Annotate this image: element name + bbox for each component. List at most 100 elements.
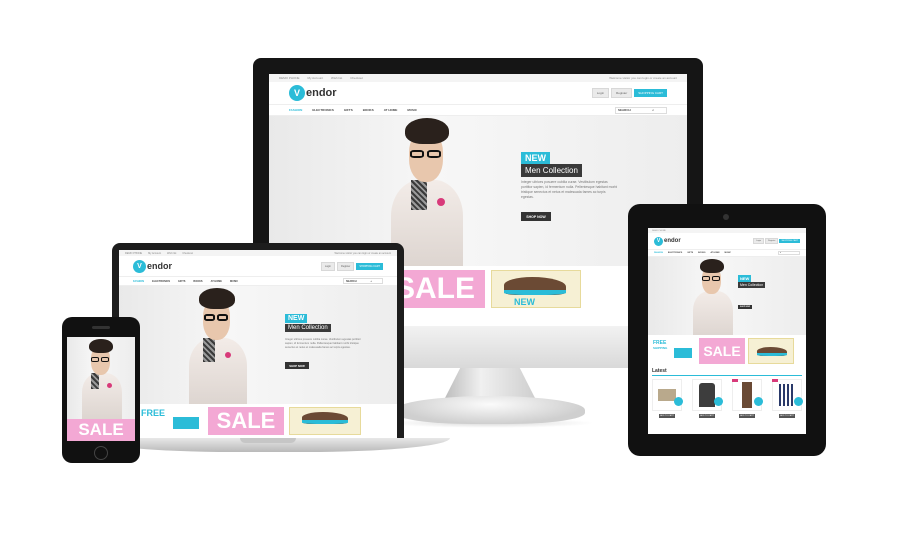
product-card[interactable]: ADD TO CART bbox=[652, 379, 683, 429]
site-logo[interactable]: V endor bbox=[654, 236, 681, 246]
promo-new-arrivals[interactable] bbox=[748, 338, 794, 364]
shop-now-button[interactable]: SHOP NOW bbox=[521, 212, 551, 221]
top-link-wishlist[interactable]: Wish list bbox=[331, 76, 342, 80]
truck-icon bbox=[173, 417, 199, 429]
model-flower bbox=[107, 383, 112, 388]
register-button[interactable]: Register bbox=[765, 238, 779, 244]
product-image-pants[interactable] bbox=[732, 379, 762, 411]
search-icon[interactable]: ⌕ bbox=[371, 280, 372, 283]
product-card[interactable]: ADD TO CART bbox=[692, 379, 723, 429]
promo-free-shipping[interactable]: FREE bbox=[133, 407, 203, 435]
cart-button[interactable]: SHOPPING CART bbox=[634, 89, 667, 97]
search-input[interactable]: Search ⌕ bbox=[343, 278, 383, 284]
top-link-phone[interactable]: DEMO PHONE bbox=[279, 76, 300, 80]
login-button[interactable]: Login bbox=[320, 261, 336, 271]
product-list: ADD TO CART ADD TO CART ADD TO CART ADD … bbox=[652, 379, 803, 429]
shoe-icon bbox=[302, 412, 348, 424]
product-card[interactable]: ADD TO CART bbox=[772, 379, 803, 429]
truck-icon bbox=[674, 348, 692, 358]
nav-item-books[interactable]: BOOKS bbox=[363, 108, 374, 112]
monitor-stand-base bbox=[395, 396, 585, 424]
login-button[interactable]: Login bbox=[591, 88, 610, 98]
hero-description: Integer ultrices posuere cubilia curae. … bbox=[521, 180, 618, 199]
model-jacket bbox=[189, 338, 247, 404]
search-placeholder: Search bbox=[618, 108, 631, 112]
top-bar: DEMO PHONE My Account Wish list Checkout… bbox=[269, 74, 687, 82]
promo-strip: FREE SALE bbox=[119, 404, 397, 438]
product-image-jacket[interactable] bbox=[692, 379, 722, 411]
nav-item-fashion[interactable]: FASHION bbox=[133, 280, 144, 283]
login-button[interactable]: Login bbox=[753, 238, 765, 244]
promo-sale[interactable]: SALE bbox=[699, 338, 745, 364]
promo-new-arrivals[interactable] bbox=[289, 407, 361, 435]
nav-item-gifts[interactable]: GIFTS bbox=[178, 280, 185, 283]
register-button[interactable]: Register bbox=[611, 88, 633, 98]
add-to-cart-button[interactable]: ADD TO CART bbox=[659, 414, 675, 418]
search-input[interactable]: Search ⌕ bbox=[615, 106, 667, 114]
glasses-icon bbox=[204, 314, 215, 321]
model-scarf bbox=[411, 180, 427, 210]
nav-item-at-home[interactable]: AT HOME bbox=[211, 280, 222, 283]
laptop-screen: DEMO PHONE My Account Wish list Checkout… bbox=[119, 250, 397, 438]
speaker-icon bbox=[92, 326, 110, 329]
promo-new-arrivals[interactable]: NEW ARRIVALS bbox=[491, 270, 581, 308]
glasses-icon bbox=[91, 357, 99, 362]
nav-item-electronics[interactable]: ELECTRONICS bbox=[668, 252, 682, 254]
model-hair bbox=[89, 339, 113, 353]
product-image-shorts[interactable] bbox=[652, 379, 682, 411]
search-input[interactable]: ⌕ bbox=[778, 251, 800, 255]
glasses-icon-right bbox=[427, 150, 441, 158]
nav-item-books[interactable]: BOOKS bbox=[193, 280, 202, 283]
model-hair bbox=[199, 288, 235, 309]
top-link-phone[interactable]: DEMO PHONE bbox=[652, 230, 666, 232]
logo-text: endor bbox=[664, 238, 681, 244]
product-card[interactable]: ADD TO CART bbox=[732, 379, 763, 429]
top-link-checkout[interactable]: Checkout bbox=[350, 76, 363, 80]
add-to-cart-button[interactable]: ADD TO CART bbox=[739, 414, 755, 418]
search-icon[interactable]: ⌕ bbox=[780, 252, 781, 254]
site-logo[interactable]: V endor bbox=[133, 259, 172, 273]
top-link-account[interactable]: My Account bbox=[308, 76, 324, 80]
nav-item-gifts[interactable]: GIFTS bbox=[687, 252, 693, 254]
nav-item-at-home[interactable]: AT HOME bbox=[710, 252, 719, 254]
site-logo[interactable]: V endor bbox=[289, 85, 337, 101]
product-image-shirt[interactable] bbox=[772, 379, 802, 411]
add-to-cart-button[interactable]: ADD TO CART bbox=[779, 414, 795, 418]
search-icon[interactable]: ⌕ bbox=[652, 108, 654, 112]
logo-badge: V bbox=[289, 85, 305, 101]
top-link-phone[interactable]: DEMO PHONE bbox=[125, 252, 142, 255]
price-badge bbox=[794, 397, 803, 406]
nav-item-fashion[interactable]: FASHION bbox=[289, 108, 302, 112]
cart-button[interactable]: SHOPPING CART bbox=[356, 262, 383, 270]
website-phone: SALE bbox=[67, 337, 135, 441]
nav-item-fashion[interactable]: FASHION bbox=[654, 252, 663, 254]
nav-item-gifts[interactable]: GIFTS bbox=[344, 108, 353, 112]
laptop: DEMO PHONE My Account Wish list Checkout… bbox=[112, 243, 404, 441]
promo-sale[interactable]: SALE bbox=[67, 419, 135, 441]
nav-item-electronics[interactable]: ELECTRONICS bbox=[152, 280, 170, 283]
nav-item-music[interactable]: MUSIC bbox=[725, 252, 731, 254]
home-button-icon[interactable] bbox=[94, 446, 108, 460]
cart-button[interactable]: SHOPPING CART bbox=[779, 239, 800, 243]
top-link-wishlist[interactable]: Wish list bbox=[167, 252, 176, 255]
add-to-cart-button[interactable]: ADD TO CART bbox=[699, 414, 715, 418]
nav-item-books[interactable]: BOOKS bbox=[698, 252, 705, 254]
nav-item-electronics[interactable]: ELECTRONICS bbox=[312, 108, 334, 112]
shop-now-button[interactable]: SHOP NOW bbox=[738, 305, 752, 309]
register-button[interactable]: Register bbox=[337, 261, 355, 271]
collection-tag: Men Collection bbox=[521, 164, 582, 177]
promo-sale[interactable]: SALE bbox=[208, 407, 284, 435]
collection-tag: Men Collection bbox=[738, 282, 766, 288]
nav-item-at-home[interactable]: AT HOME bbox=[384, 108, 398, 112]
website-tablet: DEMO PHONE V endor Login Register SHOPPI… bbox=[648, 228, 806, 434]
glasses-icon bbox=[702, 276, 710, 281]
shop-now-button[interactable]: SHOP NOW bbox=[285, 362, 309, 369]
nav-item-music[interactable]: MUSIC bbox=[230, 280, 238, 283]
promo-strip: FREE SHIPPING SALE bbox=[648, 335, 806, 367]
top-link-checkout[interactable]: Checkout bbox=[182, 252, 193, 255]
price-badge bbox=[674, 397, 683, 406]
price-badge bbox=[754, 397, 763, 406]
nav-item-music[interactable]: MUSIC bbox=[407, 108, 417, 112]
top-link-account[interactable]: My Account bbox=[148, 252, 161, 255]
promo-free-shipping[interactable]: FREE SHIPPING bbox=[652, 338, 696, 364]
